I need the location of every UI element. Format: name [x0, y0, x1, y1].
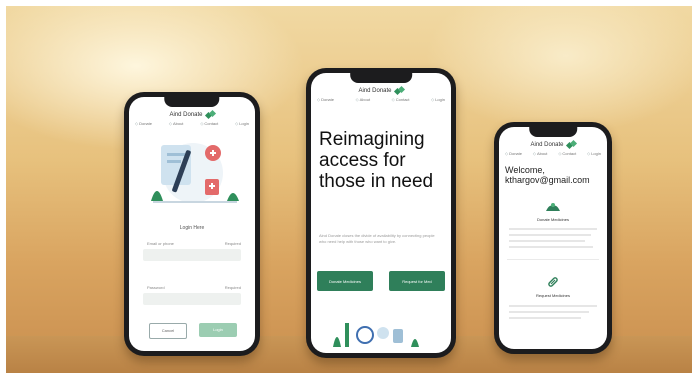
nav-item-contact[interactable]: Contact — [200, 121, 218, 126]
login-title: Login Here — [179, 225, 205, 231]
top-nav: Donate About Contact Login — [505, 151, 601, 156]
phone-hero: Aind Donate Donate About Contact Login R… — [306, 68, 456, 358]
hero-headline: Reimagining access for those in need — [319, 129, 434, 192]
nav-item-about[interactable]: About — [533, 151, 547, 156]
nav-item-contact[interactable]: Contact — [392, 97, 410, 102]
top-nav: Donate About Contact Login — [135, 121, 249, 126]
email-hint: Required — [224, 241, 241, 246]
brand-header: Aind Donate — [311, 87, 451, 94]
phone-notch — [164, 97, 220, 107]
welcome-greeting: Welcome, — [505, 165, 545, 175]
brand-name: Aind Donate — [358, 87, 392, 94]
email-input[interactable] — [143, 249, 241, 261]
brand-header: Aind Donate — [129, 111, 255, 118]
password-input[interactable] — [143, 293, 241, 305]
brand-logo-icon — [395, 87, 404, 94]
nav-item-about[interactable]: About — [169, 121, 183, 126]
nav-item-about[interactable]: About — [356, 97, 370, 102]
brand-header: Aind Donate — [499, 141, 607, 148]
photo-scene: Aind Donate Donate About Contact Login — [6, 6, 692, 373]
email-label: Email or phone — [147, 241, 174, 246]
text-line — [509, 240, 585, 242]
pill-capsule-icon — [548, 277, 558, 287]
nav-item-contact[interactable]: Contact — [558, 151, 576, 156]
text-line — [509, 317, 581, 319]
phone-welcome: Aind Donate Donate About Contact Login W… — [494, 122, 612, 354]
user-email: kthargov@gmail.com — [505, 175, 590, 185]
nav-item-login[interactable]: Login — [235, 121, 249, 126]
password-label: Password — [147, 285, 165, 290]
login-screen: Aind Donate Donate About Contact Login — [129, 97, 255, 351]
phone-notch — [529, 127, 577, 137]
nav-item-donate[interactable]: Donate — [135, 121, 152, 126]
medical-illustration-icon — [151, 143, 239, 203]
text-line — [509, 228, 597, 230]
text-line — [509, 234, 591, 236]
section-donate-title[interactable]: Donate Medicines — [499, 217, 607, 222]
cancel-button[interactable]: Cancel — [149, 323, 187, 339]
nav-item-login[interactable]: Login — [431, 97, 445, 102]
password-hint: Required — [224, 285, 241, 290]
nav-item-donate[interactable]: Donate — [505, 151, 522, 156]
donate-hands-icon — [546, 203, 560, 211]
section-divider — [507, 259, 599, 260]
brand-logo-icon — [206, 111, 215, 118]
hero-illustration-icon — [333, 323, 419, 347]
phone-login: Aind Donate Donate About Contact Login — [124, 92, 260, 356]
nav-item-login[interactable]: Login — [587, 151, 601, 156]
brand-name: Aind Donate — [530, 141, 564, 148]
phone-notch — [350, 73, 412, 83]
hero-subtext: Aind Donate closes the divide of availab… — [319, 233, 435, 244]
donate-medicines-button[interactable]: Donate Medicines — [317, 271, 373, 291]
hero-screen: Aind Donate Donate About Contact Login R… — [311, 73, 451, 353]
text-line — [509, 246, 593, 248]
welcome-text: Welcome, kthargov@gmail.com — [505, 165, 603, 185]
brand-name: Aind Donate — [169, 111, 203, 118]
nav-item-donate[interactable]: Donate — [317, 97, 334, 102]
text-line — [509, 311, 589, 313]
section-request-title[interactable]: Request Medicines — [499, 293, 607, 298]
welcome-screen: Aind Donate Donate About Contact Login W… — [499, 127, 607, 349]
text-line — [509, 305, 597, 307]
brand-logo-icon — [567, 141, 576, 148]
request-medicines-button[interactable]: Request for Med — [389, 271, 445, 291]
login-button[interactable]: Login — [199, 323, 237, 337]
top-nav: Donate About Contact Login — [317, 97, 445, 102]
